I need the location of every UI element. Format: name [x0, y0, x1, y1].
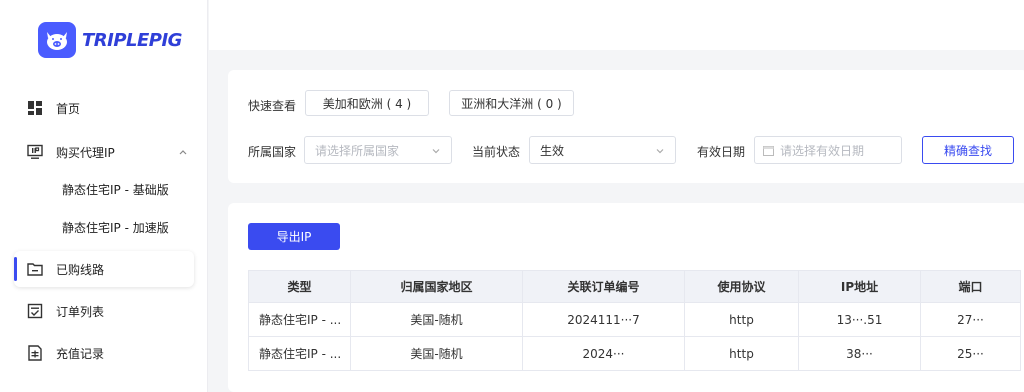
column-header-region[interactable]: 归属国家地区: [350, 270, 523, 303]
sidebar: TRIPLEPIG 首页 购买代理IP 静态住宅IP - 基础版 静态住宅IP …: [0, 0, 208, 392]
column-header-ip[interactable]: IP地址: [798, 270, 921, 303]
cell-type: 静态住宅IP - ...: [248, 336, 351, 371]
status-select[interactable]: 生效: [529, 136, 676, 164]
sidebar-item-buy-proxy[interactable]: 购买代理IP: [14, 134, 194, 170]
chevron-up-icon[interactable]: [178, 146, 188, 160]
table-row[interactable]: 静态住宅IP - ... 美国-随机 2024111···7 http 13··…: [248, 302, 1021, 337]
column-header-type[interactable]: 类型: [248, 270, 351, 303]
date-picker[interactable]: 请选择有效日期: [754, 136, 902, 164]
receipt-icon: [26, 344, 44, 362]
cell-ip[interactable]: 13···.51: [798, 302, 921, 337]
cell-protocol: http: [684, 302, 799, 337]
table-row[interactable]: 静态住宅IP - ... 美国-随机 2024··· http 38··· 25…: [248, 336, 1021, 371]
column-header-port[interactable]: 端口: [920, 270, 1021, 303]
export-ip-button[interactable]: 导出IP: [248, 223, 340, 250]
column-header-order-no[interactable]: 关联订单编号: [522, 270, 685, 303]
cell-protocol: http: [684, 336, 799, 371]
quick-view-label: 快速查看: [248, 99, 297, 113]
precise-search-button[interactable]: 精确查找: [922, 136, 1014, 164]
sidebar-item-label: 订单列表: [56, 304, 105, 319]
purchased-lines-table: 类型 归属国家地区 关联订单编号 使用协议 IP地址 端口 静态住宅IP - .…: [248, 270, 1021, 371]
monitor-ip-icon: [26, 143, 44, 161]
sidebar-item-home[interactable]: 首页: [14, 90, 194, 126]
status-value: 生效: [540, 143, 565, 158]
country-select[interactable]: 请选择所属国家: [304, 136, 452, 164]
date-placeholder: 请选择有效日期: [780, 143, 865, 158]
sidebar-item-recharge[interactable]: 充值记录: [14, 335, 194, 371]
sidebar-item-label: 已购线路: [56, 262, 105, 277]
status-label: 当前状态: [472, 145, 521, 159]
sidebar-item-orders[interactable]: 订单列表: [14, 293, 194, 329]
sidebar-item-label: 首页: [56, 101, 81, 116]
submenu-item-static-basic[interactable]: 静态住宅IP - 基础版: [62, 181, 169, 198]
pig-icon: [38, 22, 76, 58]
cell-order-no[interactable]: 2024···: [522, 336, 685, 371]
cell-order-no[interactable]: 2024111···7: [522, 302, 685, 337]
date-label: 有效日期: [697, 145, 746, 159]
sidebar-item-label: 充值记录: [56, 346, 105, 361]
checklist-icon: [26, 302, 44, 320]
column-header-protocol[interactable]: 使用协议: [684, 270, 799, 303]
top-header: [209, 0, 1024, 50]
chevron-down-icon: [655, 145, 665, 159]
cell-port[interactable]: 27···: [920, 302, 1021, 337]
filter-panel: 快速查看 美加和欧洲 ( 4 ) 亚洲和大洋洲 ( 0 ) 所属国家 请选择所属…: [228, 70, 1024, 183]
cell-region: 美国-随机: [350, 302, 523, 337]
dashboard-icon: [26, 99, 44, 117]
sidebar-item-label: 购买代理IP: [56, 145, 115, 160]
folder-icon: [26, 260, 44, 278]
quick-filter-americas-europe-button[interactable]: 美加和欧洲 ( 4 ): [305, 90, 429, 116]
calendar-icon: [763, 145, 774, 156]
cell-type: 静态住宅IP - ...: [248, 302, 351, 337]
table-header-row: 类型 归属国家地区 关联订单编号 使用协议 IP地址 端口: [248, 270, 1021, 303]
brand-name: TRIPLEPIG: [82, 29, 182, 51]
cell-port[interactable]: 25···: [920, 336, 1021, 371]
country-placeholder: 请选择所属国家: [315, 143, 400, 158]
lines-table-panel: 导出IP 类型 归属国家地区 关联订单编号 使用协议 IP地址 端口 静态住宅I…: [228, 203, 1024, 392]
submenu-item-static-speed[interactable]: 静态住宅IP - 加速版: [62, 219, 169, 236]
chevron-down-icon: [431, 145, 441, 159]
sidebar-item-purchased-lines[interactable]: 已购线路: [14, 251, 194, 287]
country-label: 所属国家: [248, 145, 297, 159]
cell-ip[interactable]: 38···: [798, 336, 921, 371]
brand-logo[interactable]: TRIPLEPIG: [38, 22, 182, 58]
cell-region: 美国-随机: [350, 336, 523, 371]
quick-filter-asia-oceania-button[interactable]: 亚洲和大洋洲 ( 0 ): [449, 90, 574, 116]
